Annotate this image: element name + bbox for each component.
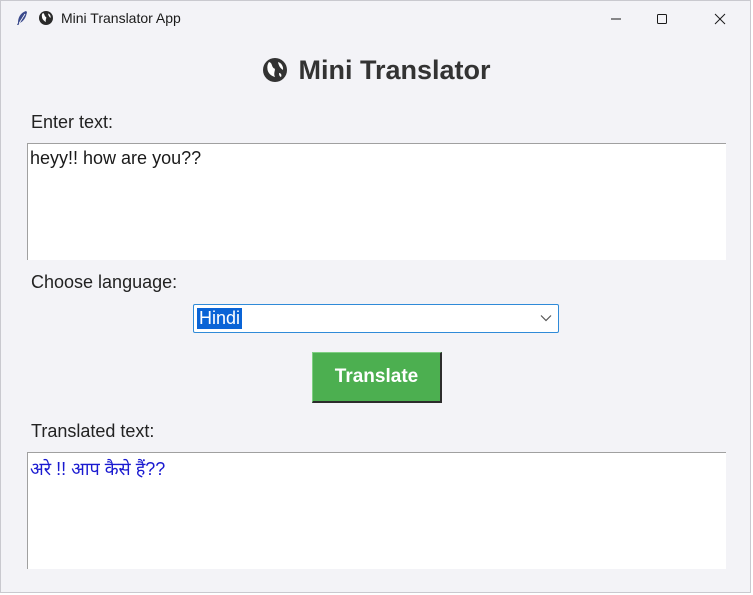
enter-text-label: Enter text: <box>31 112 114 132</box>
globe-icon <box>262 57 288 90</box>
feather-icon <box>14 10 30 26</box>
input-textbox[interactable]: heyy!! how are you?? <box>27 143 726 260</box>
translate-button[interactable]: Translate <box>312 352 442 403</box>
app-window: Mini Translator App Mini Translator Ente… <box>0 0 751 593</box>
selected-language: Hindi <box>197 308 243 329</box>
language-select[interactable]: Hindi <box>193 304 559 333</box>
choose-language-label: Choose language: <box>31 272 178 292</box>
output-textbox[interactable]: अरे !! आप कैसे हैं?? <box>27 452 726 569</box>
minimize-button[interactable] <box>593 1 639 37</box>
globe-icon <box>38 10 54 26</box>
app-heading: Mini Translator <box>1 55 752 90</box>
heading-text: Mini Translator <box>298 55 491 85</box>
minimize-icon <box>611 18 621 20</box>
translated-text-label: Translated text: <box>31 421 155 441</box>
chevron-down-icon[interactable] <box>540 314 552 322</box>
maximize-icon <box>657 14 667 24</box>
maximize-button[interactable] <box>639 1 685 37</box>
close-button[interactable] <box>697 1 743 37</box>
title-bar[interactable]: Mini Translator App <box>1 1 750 37</box>
window-title: Mini Translator App <box>61 10 181 26</box>
close-icon <box>714 13 726 25</box>
